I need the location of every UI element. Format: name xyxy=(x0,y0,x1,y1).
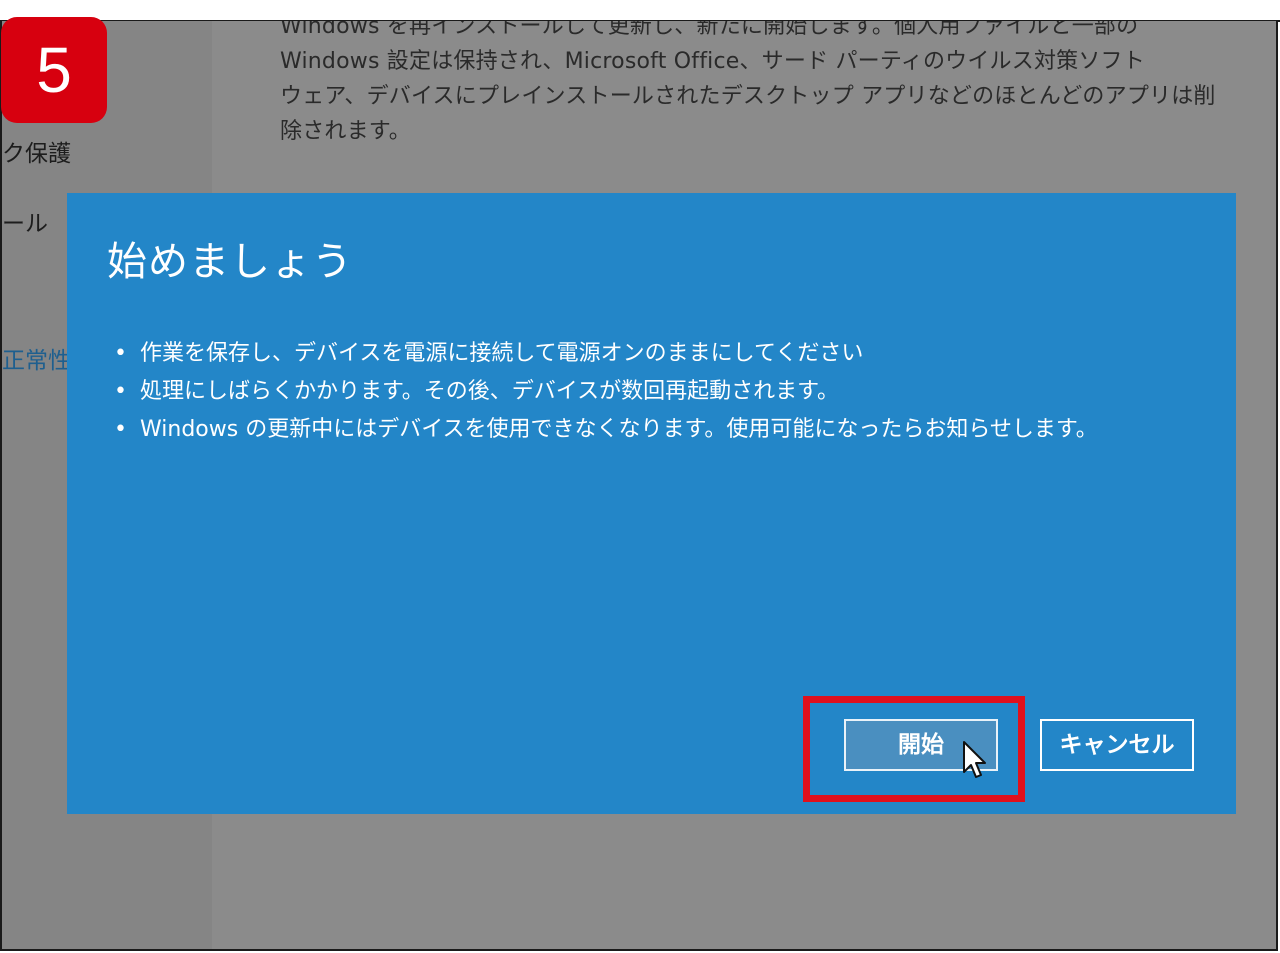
mouse-pointer-icon xyxy=(963,741,986,778)
cancel-button[interactable]: キャンセル xyxy=(1040,719,1194,771)
step-number-badge: 5 xyxy=(1,17,107,123)
bullet-icon: • xyxy=(114,341,127,366)
dialog-title: 始めましょう xyxy=(107,239,353,285)
start-button-highlight xyxy=(803,696,1025,802)
sidebar-item-protection: ク保護 xyxy=(2,141,71,167)
sidebar-item-health: 正常性 xyxy=(2,348,71,374)
description-line: Windows を再インストールして更新し、新たに開始します。個人用ファイルと一… xyxy=(280,21,1139,39)
list-item-text: 作業を保存し、デバイスを電源に接続して電源オンのままにしてください xyxy=(140,341,864,366)
instruction-list: • 作業を保存し、デバイスを電源に接続して電源オンのままにしてください • 処理… xyxy=(112,335,1098,449)
reset-description-text: Windows を再インストールして更新し、新たに開始します。個人用ファイルと一… xyxy=(280,21,1216,149)
description-line: ウェア、デバイスにプレインストールされたデスクトップ アプリなどのほとんどのアプ… xyxy=(280,84,1216,109)
bullet-icon: • xyxy=(114,379,127,404)
description-line: 除されます。 xyxy=(280,119,412,144)
list-item-text: Windows の更新中にはデバイスを使用できなくなります。使用可能になったらお… xyxy=(140,417,1098,442)
get-started-dialog: 始めましょう • 作業を保存し、デバイスを電源に接続して電源オンのままにしてくだ… xyxy=(67,193,1236,814)
list-item: • 処理にしばらくかかります。その後、デバイスが数回再起動されます。 xyxy=(112,373,1098,411)
list-item: • 作業を保存し、デバイスを電源に接続して電源オンのままにしてください xyxy=(112,335,1098,373)
description-line: Windows 設定は保持され、Microsoft Office、サード パーテ… xyxy=(280,49,1145,74)
bullet-icon: • xyxy=(114,417,127,442)
list-item: • Windows の更新中にはデバイスを使用できなくなります。使用可能になった… xyxy=(112,411,1098,449)
sidebar-item-tool: ール xyxy=(2,211,48,237)
list-item-text: 処理にしばらくかかります。その後、デバイスが数回再起動されます。 xyxy=(140,379,839,404)
